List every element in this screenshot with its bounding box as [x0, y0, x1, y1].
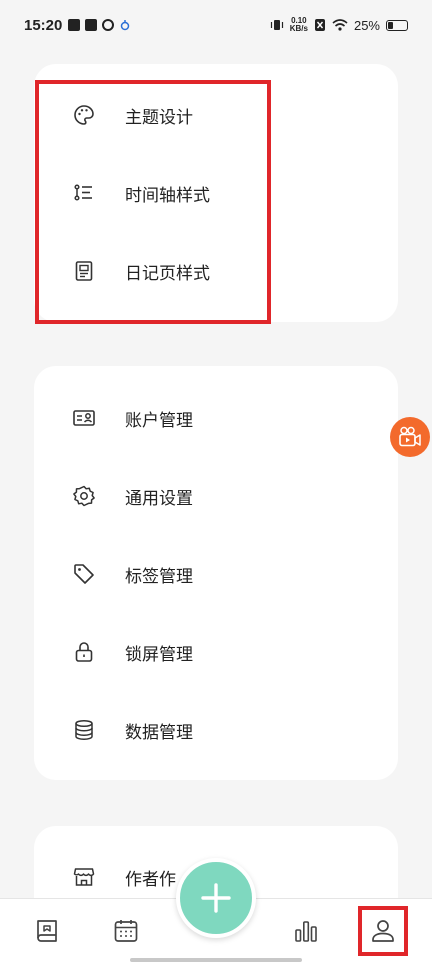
network-speed: 0.10 KB/s — [290, 17, 308, 33]
nav-tab-calendar[interactable] — [112, 917, 140, 945]
battery-percent: 25% — [353, 17, 380, 33]
nav-tab-stats[interactable] — [292, 917, 320, 945]
menu-item-label: 账户管理 — [125, 410, 193, 431]
home-indicator[interactable] — [130, 958, 302, 962]
settings-card: 账户管理 通用设置 标签管理 锁屏管理 数据管理 — [34, 366, 398, 780]
menu-item-tag-management[interactable]: 标签管理 — [34, 544, 398, 604]
bar-chart-icon — [295, 921, 317, 942]
tiktok-notification-icon — [68, 19, 81, 31]
menu-item-account-management[interactable]: 账户管理 — [34, 388, 398, 448]
battery-icon — [386, 19, 408, 31]
profile-highlight-annotation-box — [358, 906, 408, 956]
menu-item-lock-screen-management[interactable]: 锁屏管理 — [34, 622, 398, 682]
database-icon — [75, 719, 93, 741]
menu-item-general-settings[interactable]: 通用设置 — [34, 466, 398, 526]
highlight-annotation-box — [35, 80, 271, 324]
tag-icon — [74, 564, 94, 584]
store-icon — [73, 868, 95, 886]
menu-item-data-management[interactable]: 数据管理 — [34, 700, 398, 760]
vibrate-icon — [270, 20, 283, 30]
battery-level-fill — [388, 21, 393, 29]
speed-unit: KB/s — [289, 24, 308, 33]
status-time: 15:20 — [24, 16, 63, 34]
nav-tab-journal[interactable] — [33, 917, 61, 945]
sim-off-icon — [314, 19, 325, 31]
menu-item-label: 通用设置 — [125, 488, 193, 509]
add-entry-button[interactable] — [176, 858, 256, 938]
plus-icon — [201, 883, 231, 913]
account-card-icon — [73, 410, 95, 426]
lock-icon — [75, 642, 93, 662]
menu-item-label: 作者作 — [125, 869, 176, 890]
calendar-icon — [114, 920, 138, 942]
floating-video-button[interactable] — [390, 417, 430, 457]
wifi-icon — [332, 19, 348, 31]
menu-item-label: 数据管理 — [125, 722, 193, 743]
menu-item-label: 锁屏管理 — [125, 644, 193, 665]
notification-icons — [68, 19, 131, 31]
bookmark-book-icon — [37, 920, 57, 942]
status-bar: 15:20 0.10 KB/s 25% — [0, 0, 432, 50]
link-notification-icon — [102, 19, 115, 31]
bug-notification-icon — [121, 20, 130, 31]
menu-item-label: 标签管理 — [125, 566, 193, 587]
status-right: 0.10 KB/s 25% — [270, 17, 408, 33]
gear-icon — [73, 485, 95, 507]
video-camera-icon — [399, 426, 421, 447]
app-notification-icon — [85, 19, 98, 31]
